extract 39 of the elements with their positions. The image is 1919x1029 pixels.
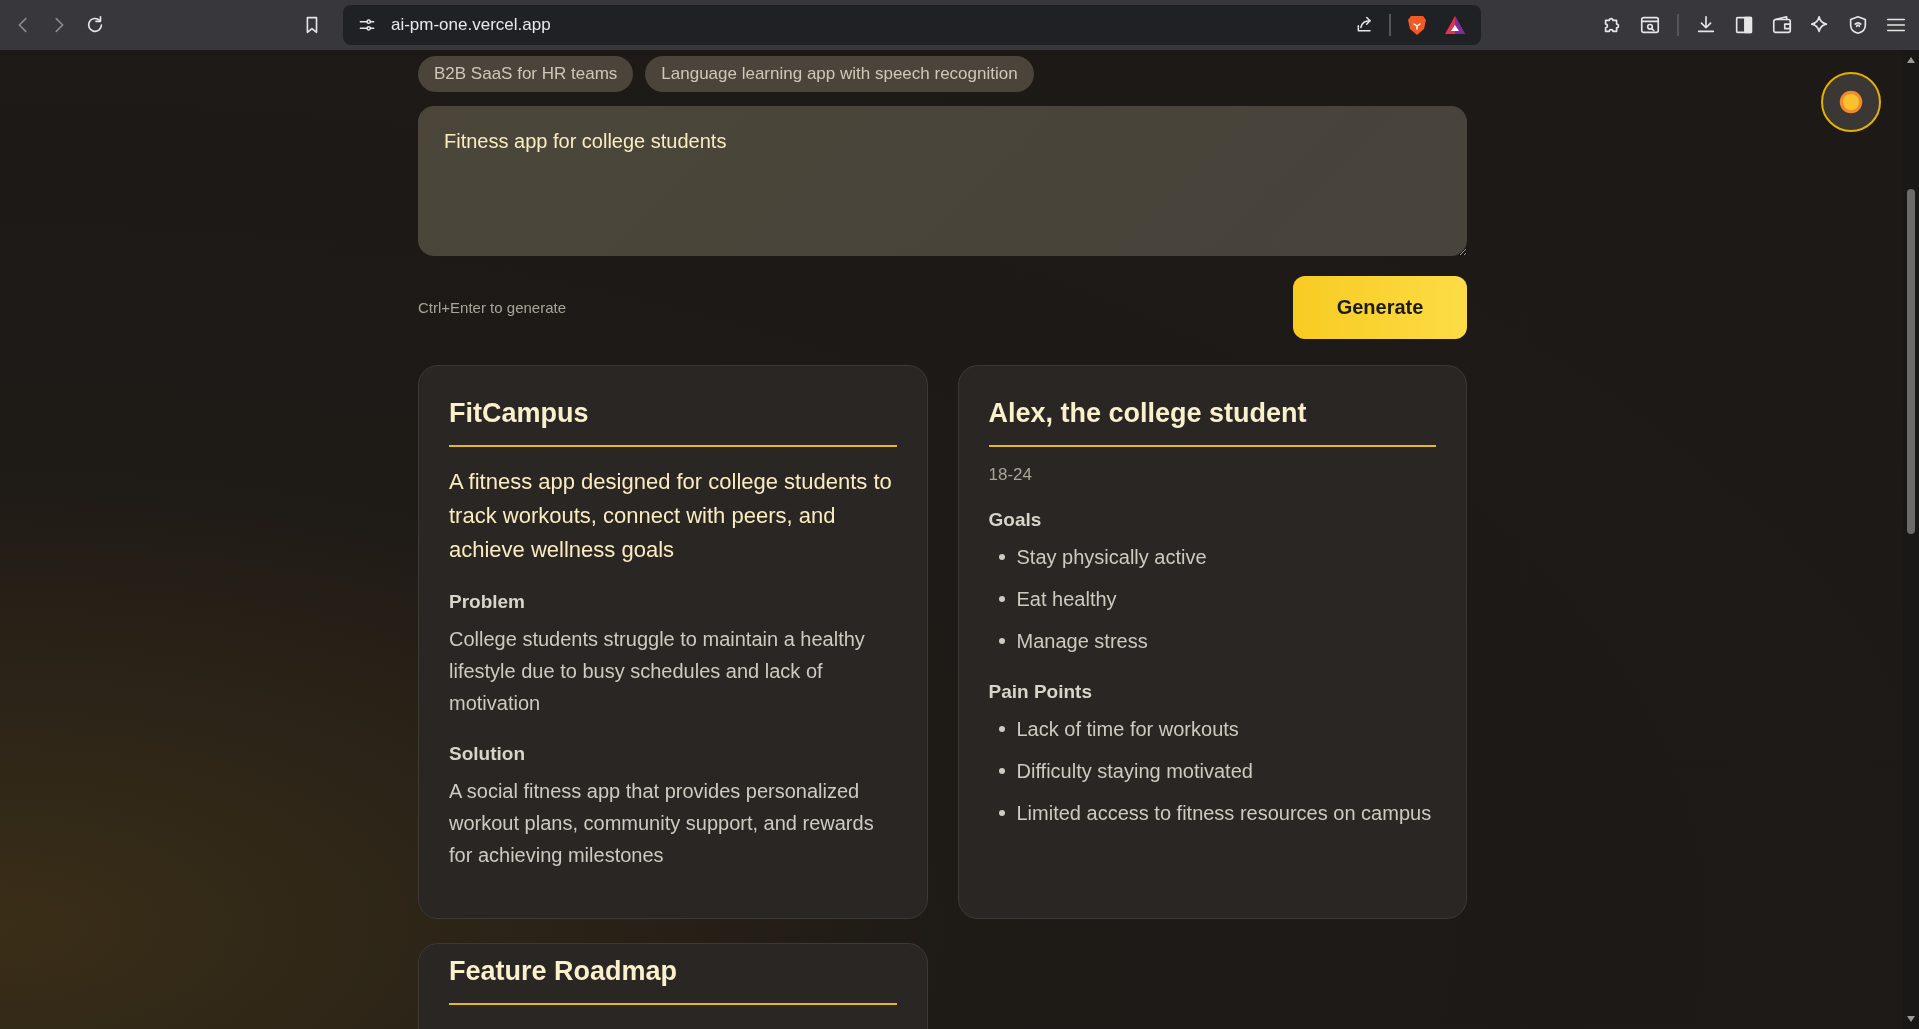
shortcut-hint: Ctrl+Enter to generate — [418, 299, 566, 316]
wallet-icon[interactable] — [1771, 14, 1793, 36]
bullet-icon — [998, 810, 1005, 816]
section-text: A social fitness app that provides personalized workout plans, community support, and rewards for achieving milestones — [449, 779, 875, 868]
section-text: College students struggle to maintain a healthy lifestyle due to busy schedules and lack of motivation — [449, 627, 866, 716]
page-search-icon[interactable] — [1639, 14, 1661, 36]
section-heading: Solution — [449, 743, 526, 765]
generate-button[interactable]: Generate — [1293, 276, 1467, 339]
list-item: Difficulty staying motivated — [1016, 759, 1253, 784]
list-item: Limited access to fitness resources on campus — [1016, 801, 1432, 826]
bullet-icon — [998, 554, 1005, 560]
address-bar[interactable]: ai-pm-one.vercel.app — [342, 5, 1481, 45]
list-item: Manage stress — [1016, 629, 1148, 654]
scroll-down-icon[interactable] — [1906, 1015, 1916, 1023]
product-summary: A fitness app designed for college students to track workouts, connect with peers, and achieve wellness goals — [449, 468, 893, 564]
theme-toggle[interactable] — [1821, 72, 1881, 132]
scroll-up-icon[interactable] — [1906, 56, 1916, 64]
lion-shield-icon[interactable] — [1405, 13, 1429, 37]
bullet-icon — [998, 638, 1005, 644]
list-item: Stay physically active — [1016, 545, 1207, 570]
sidebar-icon[interactable] — [1733, 14, 1755, 36]
list-item: Lack of time for workouts — [1016, 717, 1239, 742]
section-heading: Pain Points — [988, 681, 1093, 703]
list-item: Eat healthy — [1016, 587, 1117, 612]
card-title: Feature Roadmap — [449, 952, 897, 1005]
bullet-icon — [998, 596, 1005, 602]
example-chip[interactable]: B2B SaaS for HR teams — [418, 56, 634, 92]
scroll-thumb[interactable] — [1907, 189, 1915, 534]
example-chip[interactable]: Language learning app with speech recognition — [645, 56, 1034, 92]
card-title: Alex, the college student — [988, 388, 1436, 447]
age-range: 18-24 — [988, 465, 1033, 485]
section-heading: Goals — [988, 509, 1043, 531]
card-title: FitCampus — [449, 388, 897, 447]
prompt-field[interactable]: Fitness app for college students — [418, 106, 1467, 256]
bullet-icon — [998, 768, 1005, 774]
bullet-icon — [998, 726, 1005, 732]
url-text: ai-pm-one.vercel.app — [390, 15, 551, 35]
shield-icon[interactable] — [1847, 14, 1869, 36]
section-heading: Problem — [449, 591, 527, 613]
